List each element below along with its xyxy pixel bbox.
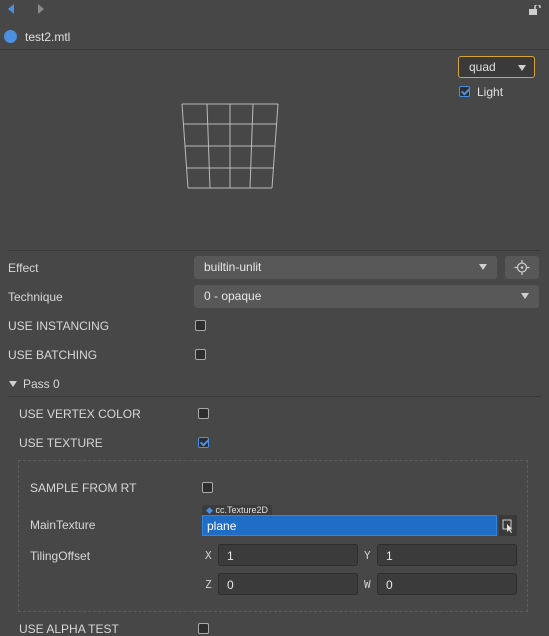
- preview-mesh-select[interactable]: quad: [458, 56, 535, 78]
- sample-from-rt-checkbox[interactable]: [202, 482, 213, 493]
- technique-value: 0 - opaque: [204, 289, 262, 303]
- use-batching-label: USE BATCHING: [8, 348, 98, 362]
- x-label: X: [205, 549, 212, 562]
- z-label: Z: [205, 578, 212, 591]
- use-texture-checkbox[interactable]: [198, 437, 209, 448]
- file-name: test2.mtl: [25, 30, 71, 44]
- use-batching-checkbox[interactable]: [195, 349, 206, 360]
- target-icon: [514, 260, 530, 275]
- effect-label: Effect: [8, 261, 39, 275]
- use-texture-label: USE TEXTURE: [19, 436, 103, 450]
- sample-from-rt-label: SAMPLE FROM RT: [30, 481, 137, 495]
- divider: [0, 49, 549, 50]
- offset-w-value: 0: [386, 578, 393, 592]
- use-alpha-test-checkbox[interactable]: [198, 623, 209, 634]
- effect-select[interactable]: builtin-unlit: [194, 256, 497, 279]
- tiling-offset-label: TilingOffset: [30, 549, 91, 563]
- technique-select[interactable]: 0 - opaque: [194, 285, 539, 308]
- main-texture-value: plane: [207, 519, 237, 533]
- effect-value: builtin-unlit: [204, 260, 262, 274]
- divider: [8, 396, 541, 397]
- y-label: Y: [364, 549, 371, 562]
- back-arrow-icon[interactable]: [8, 4, 14, 14]
- preview-mesh-value: quad: [469, 60, 496, 74]
- divider: [8, 250, 541, 251]
- technique-label: Technique: [8, 290, 63, 304]
- tiling-x-value: 1: [227, 549, 234, 563]
- use-instancing-checkbox[interactable]: [195, 320, 206, 331]
- use-alpha-test-label: USE ALPHA TEST: [19, 622, 119, 636]
- offset-z-input[interactable]: 0: [218, 573, 358, 595]
- chevron-down-icon: [479, 264, 487, 270]
- pass-title[interactable]: Pass 0: [23, 377, 60, 391]
- chevron-down-icon: [518, 65, 526, 71]
- diamond-icon: ◆: [206, 505, 213, 515]
- offset-z-value: 0: [227, 578, 234, 592]
- tiling-y-input[interactable]: 1: [377, 544, 517, 566]
- chevron-down-icon: [521, 293, 529, 299]
- material-file-icon: [4, 30, 17, 43]
- use-vertex-color-checkbox[interactable]: [198, 408, 209, 419]
- main-texture-label: MainTexture: [30, 518, 96, 532]
- expand-triangle-icon[interactable]: [9, 381, 17, 387]
- offset-w-input[interactable]: 0: [377, 573, 517, 595]
- asset-picker-button[interactable]: [499, 515, 517, 536]
- use-vertex-color-label: USE VERTEX COLOR: [19, 407, 141, 421]
- tiling-y-value: 1: [386, 549, 393, 563]
- main-texture-field[interactable]: plane: [202, 515, 497, 536]
- forward-arrow-icon[interactable]: [38, 4, 44, 14]
- cursor-pick-icon: [502, 519, 513, 533]
- light-checkbox[interactable]: [459, 86, 470, 97]
- use-instancing-label: USE INSTANCING: [8, 319, 110, 333]
- tiling-x-input[interactable]: 1: [218, 544, 358, 566]
- unlock-icon[interactable]: [529, 5, 541, 15]
- locate-effect-button[interactable]: [505, 256, 539, 279]
- w-label: W: [364, 578, 371, 591]
- asset-type-text: cc.Texture2D: [215, 505, 268, 515]
- material-preview-mesh: [181, 103, 279, 189]
- light-label: Light: [477, 85, 504, 99]
